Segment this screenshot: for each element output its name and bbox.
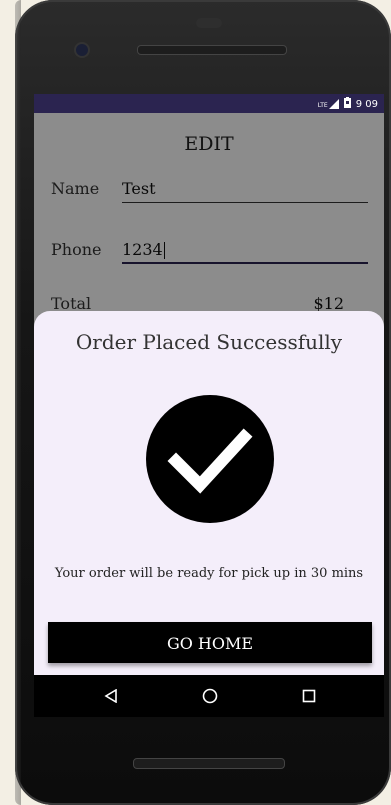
earpiece-speaker [137, 45, 287, 55]
top-notch [196, 18, 222, 28]
system-nav-bar [34, 675, 384, 717]
dialog-message: Your order will be ready for pick up in … [54, 566, 364, 581]
home-icon[interactable] [201, 687, 219, 705]
recents-icon[interactable] [300, 687, 318, 705]
status-bar: LTE 9 09 [34, 94, 384, 113]
order-confirmation-sheet: Order Placed Successfully Your order wil… [34, 311, 384, 675]
phone-edge [15, 0, 21, 805]
back-icon[interactable] [102, 687, 120, 705]
clock: 9 09 [355, 98, 378, 110]
signal-icon: LTE [318, 99, 339, 109]
bottom-speaker [133, 758, 285, 769]
network-label: LTE [317, 102, 328, 109]
check-circle-icon [146, 395, 274, 523]
go-home-button[interactable]: GO HOME [48, 622, 372, 663]
dialog-title: Order Placed Successfully [75, 330, 343, 354]
screen: LTE 9 09 EDIT Name Test Phone 1234 Total… [34, 94, 384, 675]
battery-icon [343, 97, 351, 111]
front-camera [76, 44, 88, 56]
